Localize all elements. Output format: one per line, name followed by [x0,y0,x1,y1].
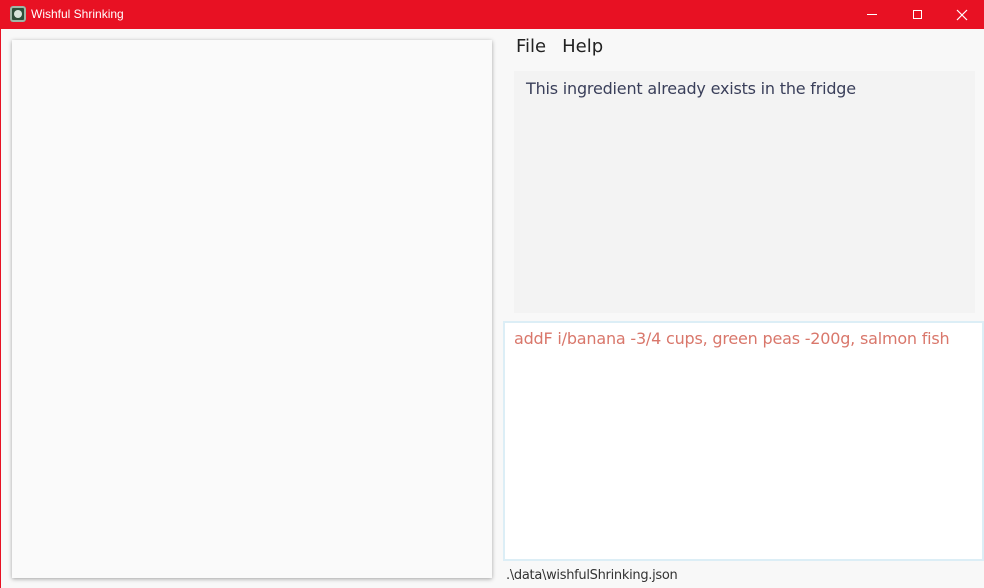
status-bar-file-path: .\data\wishfulShrinking.json [506,568,678,583]
close-button[interactable] [939,0,984,29]
maximize-icon [912,10,922,19]
result-message: This ingredient already exists in the fr… [526,79,856,98]
close-icon [956,9,968,20]
window-title: Wishful Shrinking [31,7,124,21]
menu-bar: File Help [510,34,609,60]
command-text: addF i/banana -3/4 cups, green peas -200… [514,329,950,348]
minimize-button[interactable] [849,0,895,29]
menu-help[interactable]: Help [556,34,609,60]
menu-file[interactable]: File [510,34,552,60]
command-input[interactable]: addF i/banana -3/4 cups, green peas -200… [503,321,984,561]
app-window: Wishful Shrinking File Help This ingredi… [0,0,984,588]
minimize-icon [867,14,877,15]
window-frame-edge [0,29,1,588]
title-bar[interactable]: Wishful Shrinking [0,0,984,29]
result-display[interactable]: This ingredient already exists in the fr… [514,71,975,313]
maximize-button[interactable] [894,0,940,29]
app-logo-icon [10,6,26,22]
item-list-panel[interactable] [12,40,492,578]
